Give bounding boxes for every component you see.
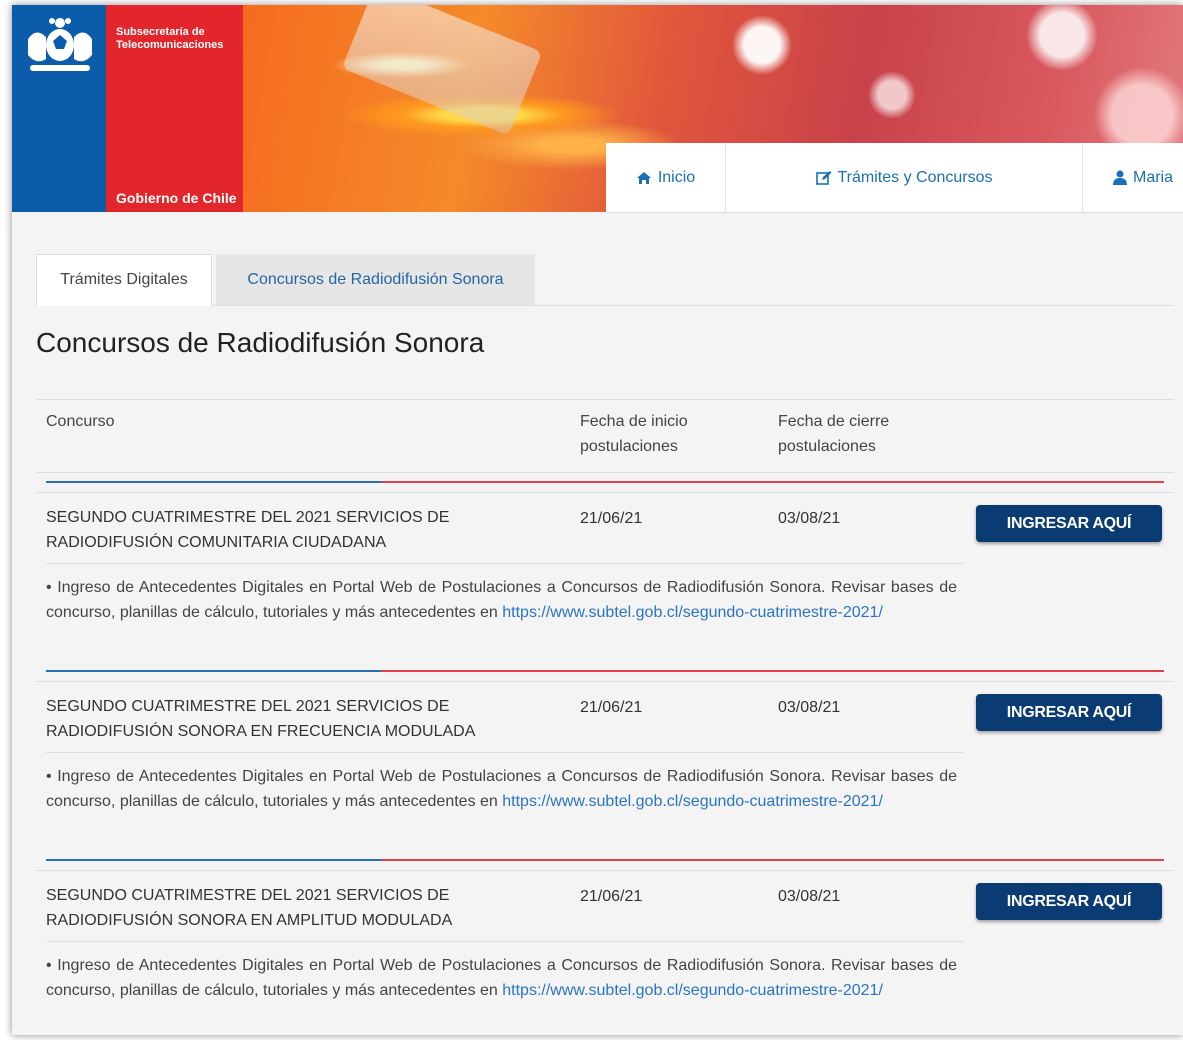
fecha-inicio: 21/06/21	[580, 510, 643, 527]
column-header-cierre: Fecha de cierre postulaciones	[778, 413, 890, 455]
subtel-link[interactable]: https://www.subtel.gob.cl/segundo-cuatri…	[502, 604, 883, 621]
nav-user-label: Maria	[1132, 168, 1173, 186]
concurso-name: SEGUNDO CUATRIMESTRE DEL 2021 SERVICIOS …	[46, 887, 453, 929]
row-inner-border	[46, 752, 964, 753]
main-nav: Inicio Trámites y Concursos Maria	[606, 143, 1183, 213]
row-inner-border	[46, 563, 964, 564]
concurso-description: • Ingreso de Antecedentes Digitales en P…	[46, 575, 957, 625]
site-header: Subsecretaría de Telecomunicaciones Gobi…	[12, 5, 1183, 213]
subsecretaria-label: Subsecretaría de Telecomunicaciones	[116, 26, 224, 51]
ingresar-button[interactable]: INGRESAR AQUÍ	[976, 505, 1162, 542]
row-divider	[46, 481, 1164, 483]
subtel-link[interactable]: https://www.subtel.gob.cl/segundo-cuatri…	[502, 982, 883, 999]
concurso-name: SEGUNDO CUATRIMESTRE DEL 2021 SERVICIOS …	[46, 698, 476, 740]
row-border	[36, 870, 1174, 871]
nav-user[interactable]: Maria	[1083, 143, 1183, 212]
row-inner-border	[46, 941, 964, 942]
table-header: Concurso Fecha de inicio postulaciones F…	[36, 399, 1174, 473]
row-border	[36, 681, 1174, 682]
nav-inicio[interactable]: Inicio	[606, 143, 726, 212]
row-border	[36, 492, 1174, 493]
nav-tramites[interactable]: Trámites y Concursos	[726, 143, 1083, 212]
column-header-inicio: Fecha de inicio postulaciones	[580, 413, 688, 455]
row-divider	[46, 670, 1164, 672]
ingresar-button[interactable]: INGRESAR AQUÍ	[976, 883, 1162, 920]
edit-icon	[815, 170, 832, 185]
fecha-inicio: 21/06/21	[580, 699, 643, 716]
fecha-cierre: 03/08/21	[778, 510, 841, 527]
tab-tramites-digitales[interactable]: Trámites Digitales	[36, 254, 212, 306]
home-icon	[636, 171, 652, 185]
fecha-inicio: 21/06/21	[580, 888, 643, 905]
tab-concursos-radiodifusion[interactable]: Concursos de Radiodifusión Sonora	[216, 254, 535, 305]
column-header-concurso: Concurso	[46, 413, 115, 430]
concurso-name: SEGUNDO CUATRIMESTRE DEL 2021 SERVICIOS …	[46, 509, 450, 551]
fecha-cierre: 03/08/21	[778, 699, 841, 716]
page: Subsecretaría de Telecomunicaciones Gobi…	[12, 5, 1183, 1035]
tabs: Trámites Digitales Concursos de Radiodif…	[36, 254, 1174, 306]
user-icon	[1112, 170, 1127, 185]
nav-inicio-label: Inicio	[657, 168, 696, 186]
concurso-description: • Ingreso de Antecedentes Digitales en P…	[46, 764, 957, 814]
ingresar-button[interactable]: INGRESAR AQUÍ	[976, 694, 1162, 731]
fecha-cierre: 03/08/21	[778, 888, 841, 905]
nav-tramites-label: Trámites y Concursos	[837, 168, 993, 186]
coat-of-arms-icon	[28, 18, 92, 71]
concurso-description: • Ingreso de Antecedentes Digitales en P…	[46, 953, 957, 1003]
gobierno-label: Gobierno de Chile	[116, 190, 237, 206]
page-title: Concursos de Radiodifusión Sonora	[36, 327, 485, 358]
subtel-link[interactable]: https://www.subtel.gob.cl/segundo-cuatri…	[502, 793, 883, 810]
row-divider	[46, 859, 1164, 861]
